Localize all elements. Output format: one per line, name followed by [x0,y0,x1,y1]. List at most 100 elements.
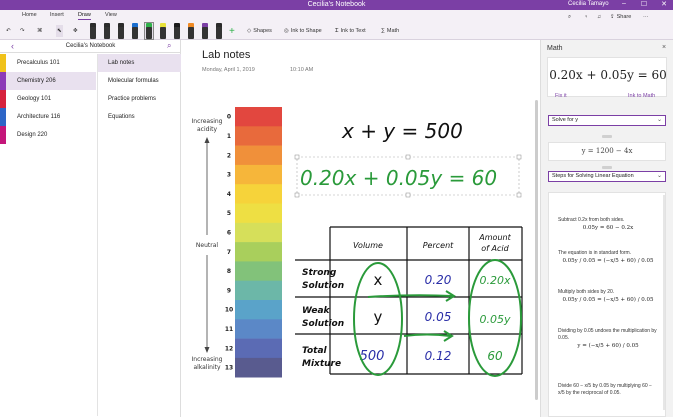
pen-4[interactable] [131,23,139,39]
tab-home[interactable]: Home [22,12,37,18]
section-item-precalculus[interactable]: Precalculus 101 [0,54,96,72]
undo-button[interactable]: ↶ [6,25,11,37]
section-label: Design 220 [17,132,48,138]
ink-to-shape-label: Ink to Shape [290,28,322,34]
ph-number-0: 0 [227,114,231,121]
bell-icon: ♫ [597,14,602,20]
pen-1[interactable] [89,23,97,39]
notebook-name[interactable]: Cecilia's Notebook [0,43,181,49]
page-canvas[interactable]: Lab notes Monday, April 1, 2019 10:10 AM… [182,40,540,417]
selection-handle[interactable] [405,154,411,160]
ink-equation-two[interactable]: 0.20x + 0.05y = 60 [300,166,497,190]
vertical-scrollbar[interactable] [535,100,538,400]
cell-percent-weak: 0.05 [425,310,452,324]
ph-number-12: 12 [225,345,233,352]
steps-dropdown[interactable]: Steps for Solving Linear Equation ⌄ [548,171,666,182]
pen-6[interactable] [215,23,223,39]
solution-result: y = 1200 − 4x [548,142,666,161]
minimize-button[interactable]: – [617,0,631,7]
row-label-solution-2: Solution [302,319,344,329]
row-label-solution-1: Solution [302,281,344,291]
divider [602,166,612,169]
tab-view[interactable]: View [105,12,117,18]
shapes-icon: ◇ [247,28,252,34]
pen-3[interactable] [117,23,125,39]
page-item-lab-notes[interactable]: Lab notes [98,54,181,72]
step-5: Divide 60 − x/5 by 0.05 by multiplying 6… [558,383,658,397]
ph-swatch-6 [235,222,282,243]
close-button[interactable]: ✕ [657,0,671,8]
section-color-bar [0,126,6,144]
close-icon[interactable]: × [662,44,666,51]
tab-draw[interactable]: Draw [78,12,91,20]
move-icon: ✥ [73,28,78,34]
page-item-molecular-formulas[interactable]: Molecular formulas [98,72,181,90]
lightbulb-icon: ♀ [584,14,589,20]
redo-button[interactable]: ↷ [20,25,25,37]
maximize-button[interactable]: ☐ [637,0,651,8]
steps-scrollbar[interactable] [663,195,665,410]
divider [602,135,612,138]
ink-drawing[interactable]: Increasing acidity Neutral Increasing al… [182,40,540,417]
ink-equation-one[interactable]: x + y = 500 [341,119,463,143]
add-pen-button[interactable]: + [229,25,235,37]
fix-it-link[interactable]: Fix it [555,93,567,99]
step-1: Subtract 0.2x from both sides. 0.05y = 60… [558,217,658,232]
section-item-architecture[interactable]: Architecture 116 [0,108,96,126]
ph-top-label-1: Increasing [192,118,223,125]
section-item-chemistry[interactable]: Chemistry 206 [0,72,96,90]
section-item-design[interactable]: Design 220 [0,126,96,144]
share-icon: ⇪ [610,14,615,20]
selection-handle[interactable] [516,192,522,198]
ink-to-math-link[interactable]: Ink to Math [628,93,655,99]
ph-bottom-label-1: Increasing [192,356,223,363]
search-button[interactable]: ⌕ [568,11,571,23]
selection-handle[interactable] [294,154,300,160]
shapes-button[interactable]: ◇ Shapes [247,25,272,37]
recognized-equation: 0.20x + 0.05y = 60 [549,68,667,82]
selection-handle[interactable] [294,192,300,198]
notifications-button[interactable]: ♫ [597,11,601,23]
highlighter-2[interactable] [173,23,181,39]
ph-swatch-3 [235,164,282,185]
search-icon[interactable]: ⌕ [167,41,171,51]
tab-insert[interactable]: Insert [50,12,64,18]
cell-percent-strong: 0.20 [425,273,452,287]
page-item-equations[interactable]: Equations [98,108,181,126]
action-dropdown[interactable]: Solve for y ⌄ [548,115,666,126]
type-select-button[interactable]: ⬉ [56,25,63,37]
ph-bottom-label-2: alkalinity [193,364,221,371]
share-button[interactable]: ⇪ Share [610,11,631,23]
section-label: Architecture 116 [17,114,61,120]
ph-scale: 012345678910111213 [225,107,282,378]
ph-number-10: 10 [225,307,233,314]
undo-icon: ↶ [6,28,11,34]
selection-handle[interactable] [405,192,411,198]
ph-number-3: 3 [227,172,231,179]
solution-steps: Subtract 0.2x from both sides. 0.05y = 60… [548,192,666,417]
more-options-button[interactable]: ··· [643,11,649,23]
ink-to-shape-button[interactable]: ◎ Ink to Shape [284,25,322,37]
highlighter-1[interactable] [159,23,167,39]
cell-volume-strong: x [374,271,383,289]
lightbulb-button[interactable]: ♀ [584,11,588,23]
notebook-header: ‹ Cecilia's Notebook ⌕ [0,40,181,53]
page-item-practice-problems[interactable]: Practice problems [98,90,181,108]
step-2: The equation is in standard form. 0.05y /… [558,250,658,265]
user-name[interactable]: Cecilia Tamayo [568,1,609,7]
row-label-mixture: Mixture [302,359,341,369]
selection-handle[interactable] [516,154,522,160]
pan-button[interactable]: ✥ [73,25,78,37]
highlighter-3[interactable] [187,23,195,39]
math-button[interactable]: ∑ Math [381,25,399,37]
highlighter-4[interactable] [201,23,209,39]
section-item-geology[interactable]: Geology 101 [0,90,96,108]
lasso-select-button[interactable]: ⌘ [37,25,43,37]
ph-number-4: 4 [227,191,231,198]
pen-2[interactable] [103,23,111,39]
ph-number-9: 9 [227,287,231,294]
ph-number-8: 8 [227,268,231,275]
action-dropdown-value: Solve for y [552,117,578,123]
ink-to-text-button[interactable]: Ꮖ Ink to Text [335,25,366,37]
pen-5[interactable] [144,22,154,40]
